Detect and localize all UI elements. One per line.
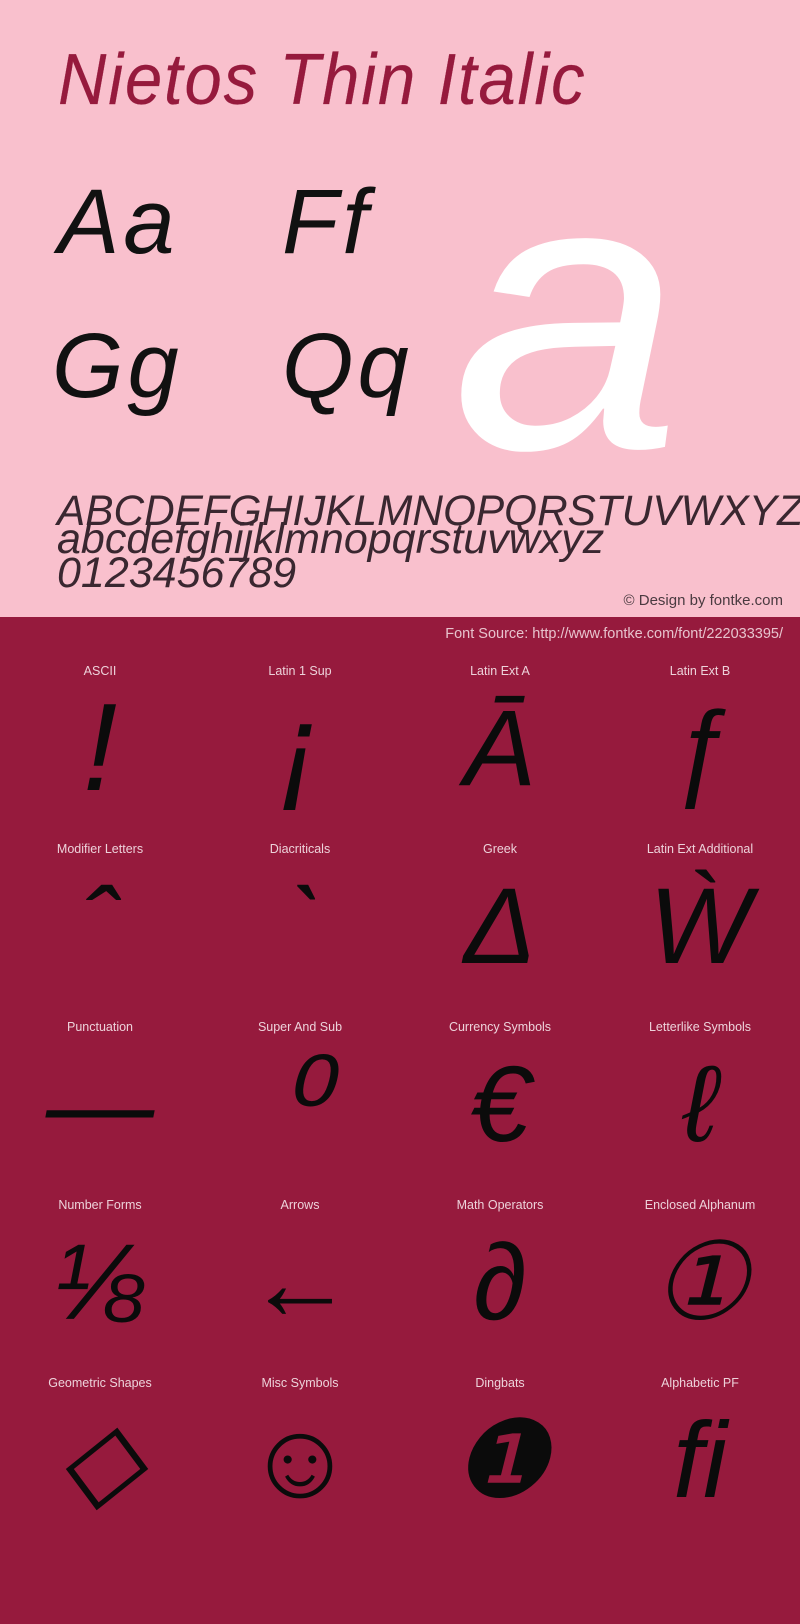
copyright-notice: © Design by fontke.com (623, 592, 783, 609)
unicode-block-glyph: ℓ (682, 1043, 718, 1164)
unicode-block-glyph: ❶ (451, 1399, 549, 1520)
unicode-block-cell[interactable]: Letterlike Symbols ℓ (600, 1002, 800, 1180)
unicode-block-cell[interactable]: Super And Sub ⁰ (200, 1002, 400, 1180)
unicode-block-grid: ASCII! Latin 1 Sup ¡ Latin Ext A Ā Latin Ext … (0, 646, 800, 1536)
unicode-block-cell[interactable]: Latin Ext AĀ (400, 646, 600, 824)
sample-pair-aa: Aa (58, 171, 179, 273)
unicode-block-glyph: ◇ (58, 1399, 142, 1520)
unicode-block-cell[interactable]: Diacriticals ˋ (200, 824, 400, 1002)
unicode-block-cell[interactable]: Math Operators ∂ (400, 1180, 600, 1358)
unicode-block-cell[interactable]: Arrows ← (200, 1180, 400, 1358)
unicode-block-cell[interactable]: Greek Δ (400, 824, 600, 1002)
font-specimen-page: a Nietos Thin Italic Aa Ff Gg Qq ABCDEFG… (0, 0, 800, 1624)
unicode-block-glyph: ¡ (279, 679, 321, 817)
unicode-block-cell[interactable]: Enclosed Alphanum ① (600, 1180, 800, 1358)
unicode-blocks-panel: Font Source: http://www.fontke.com/font/… (0, 617, 800, 1624)
unicode-block-cell[interactable]: Dingbats ❶ (400, 1358, 600, 1536)
unicode-block-glyph: ☺ (244, 1399, 356, 1520)
unicode-block-cell[interactable]: Modifier Letters ˆ (0, 824, 200, 1002)
unicode-block-cell[interactable]: Geometric Shapes ◇ (0, 1358, 200, 1536)
font-title: Nietos Thin Italic (58, 40, 587, 120)
font-source-link[interactable]: Font Source: http://www.fontke.com/font/… (445, 626, 783, 642)
unicode-block-cell[interactable]: Latin Ext Additional Ẁ (600, 824, 800, 1002)
unicode-block-glyph: ← (246, 1221, 354, 1342)
unicode-block-glyph: ƒ (669, 687, 731, 808)
specimen-preview-panel: a Nietos Thin Italic Aa Ff Gg Qq ABCDEFG… (0, 0, 800, 617)
sample-pair-ff: Ff (282, 171, 372, 273)
unicode-block-cell[interactable]: ASCII! (0, 646, 200, 824)
unicode-block-cell[interactable]: Alphabetic PF ﬁ (600, 1358, 800, 1536)
unicode-block-cell[interactable]: Number Forms ⅛ (0, 1180, 200, 1358)
unicode-block-glyph: € (469, 1043, 531, 1164)
unicode-block-cell[interactable]: Misc Symbols ☺ (200, 1358, 400, 1536)
unicode-block-glyph: ① (651, 1221, 749, 1342)
unicode-block-cell[interactable]: Latin 1 Sup ¡ (200, 646, 400, 824)
unicode-block-glyph: Ā (463, 687, 537, 808)
unicode-block-glyph: Δ (463, 865, 537, 986)
unicode-block-glyph: ﬁ (673, 1399, 727, 1520)
unicode-block-glyph: ⅛ (54, 1221, 146, 1342)
unicode-block-cell[interactable]: Punctuation — (0, 1002, 200, 1180)
unicode-block-glyph: ∂ (473, 1221, 527, 1342)
digits-row: 0123456789 (57, 549, 297, 597)
unicode-block-glyph: — (46, 1043, 154, 1164)
unicode-block-glyph: ˋ (282, 865, 318, 986)
unicode-block-glyph: ! (82, 679, 118, 817)
unicode-block-glyph: Ẁ (649, 865, 751, 986)
sample-pair-gg: Gg (52, 315, 183, 417)
large-background-glyph: a (452, 95, 682, 531)
unicode-block-glyph: ⁰ (275, 1035, 325, 1173)
unicode-block-cell[interactable]: Currency Symbols € (400, 1002, 600, 1180)
unicode-block-cell[interactable]: Latin Ext Bƒ (600, 646, 800, 824)
sample-pair-qq: Qq (282, 315, 413, 417)
unicode-block-glyph: ˆ (82, 865, 118, 986)
